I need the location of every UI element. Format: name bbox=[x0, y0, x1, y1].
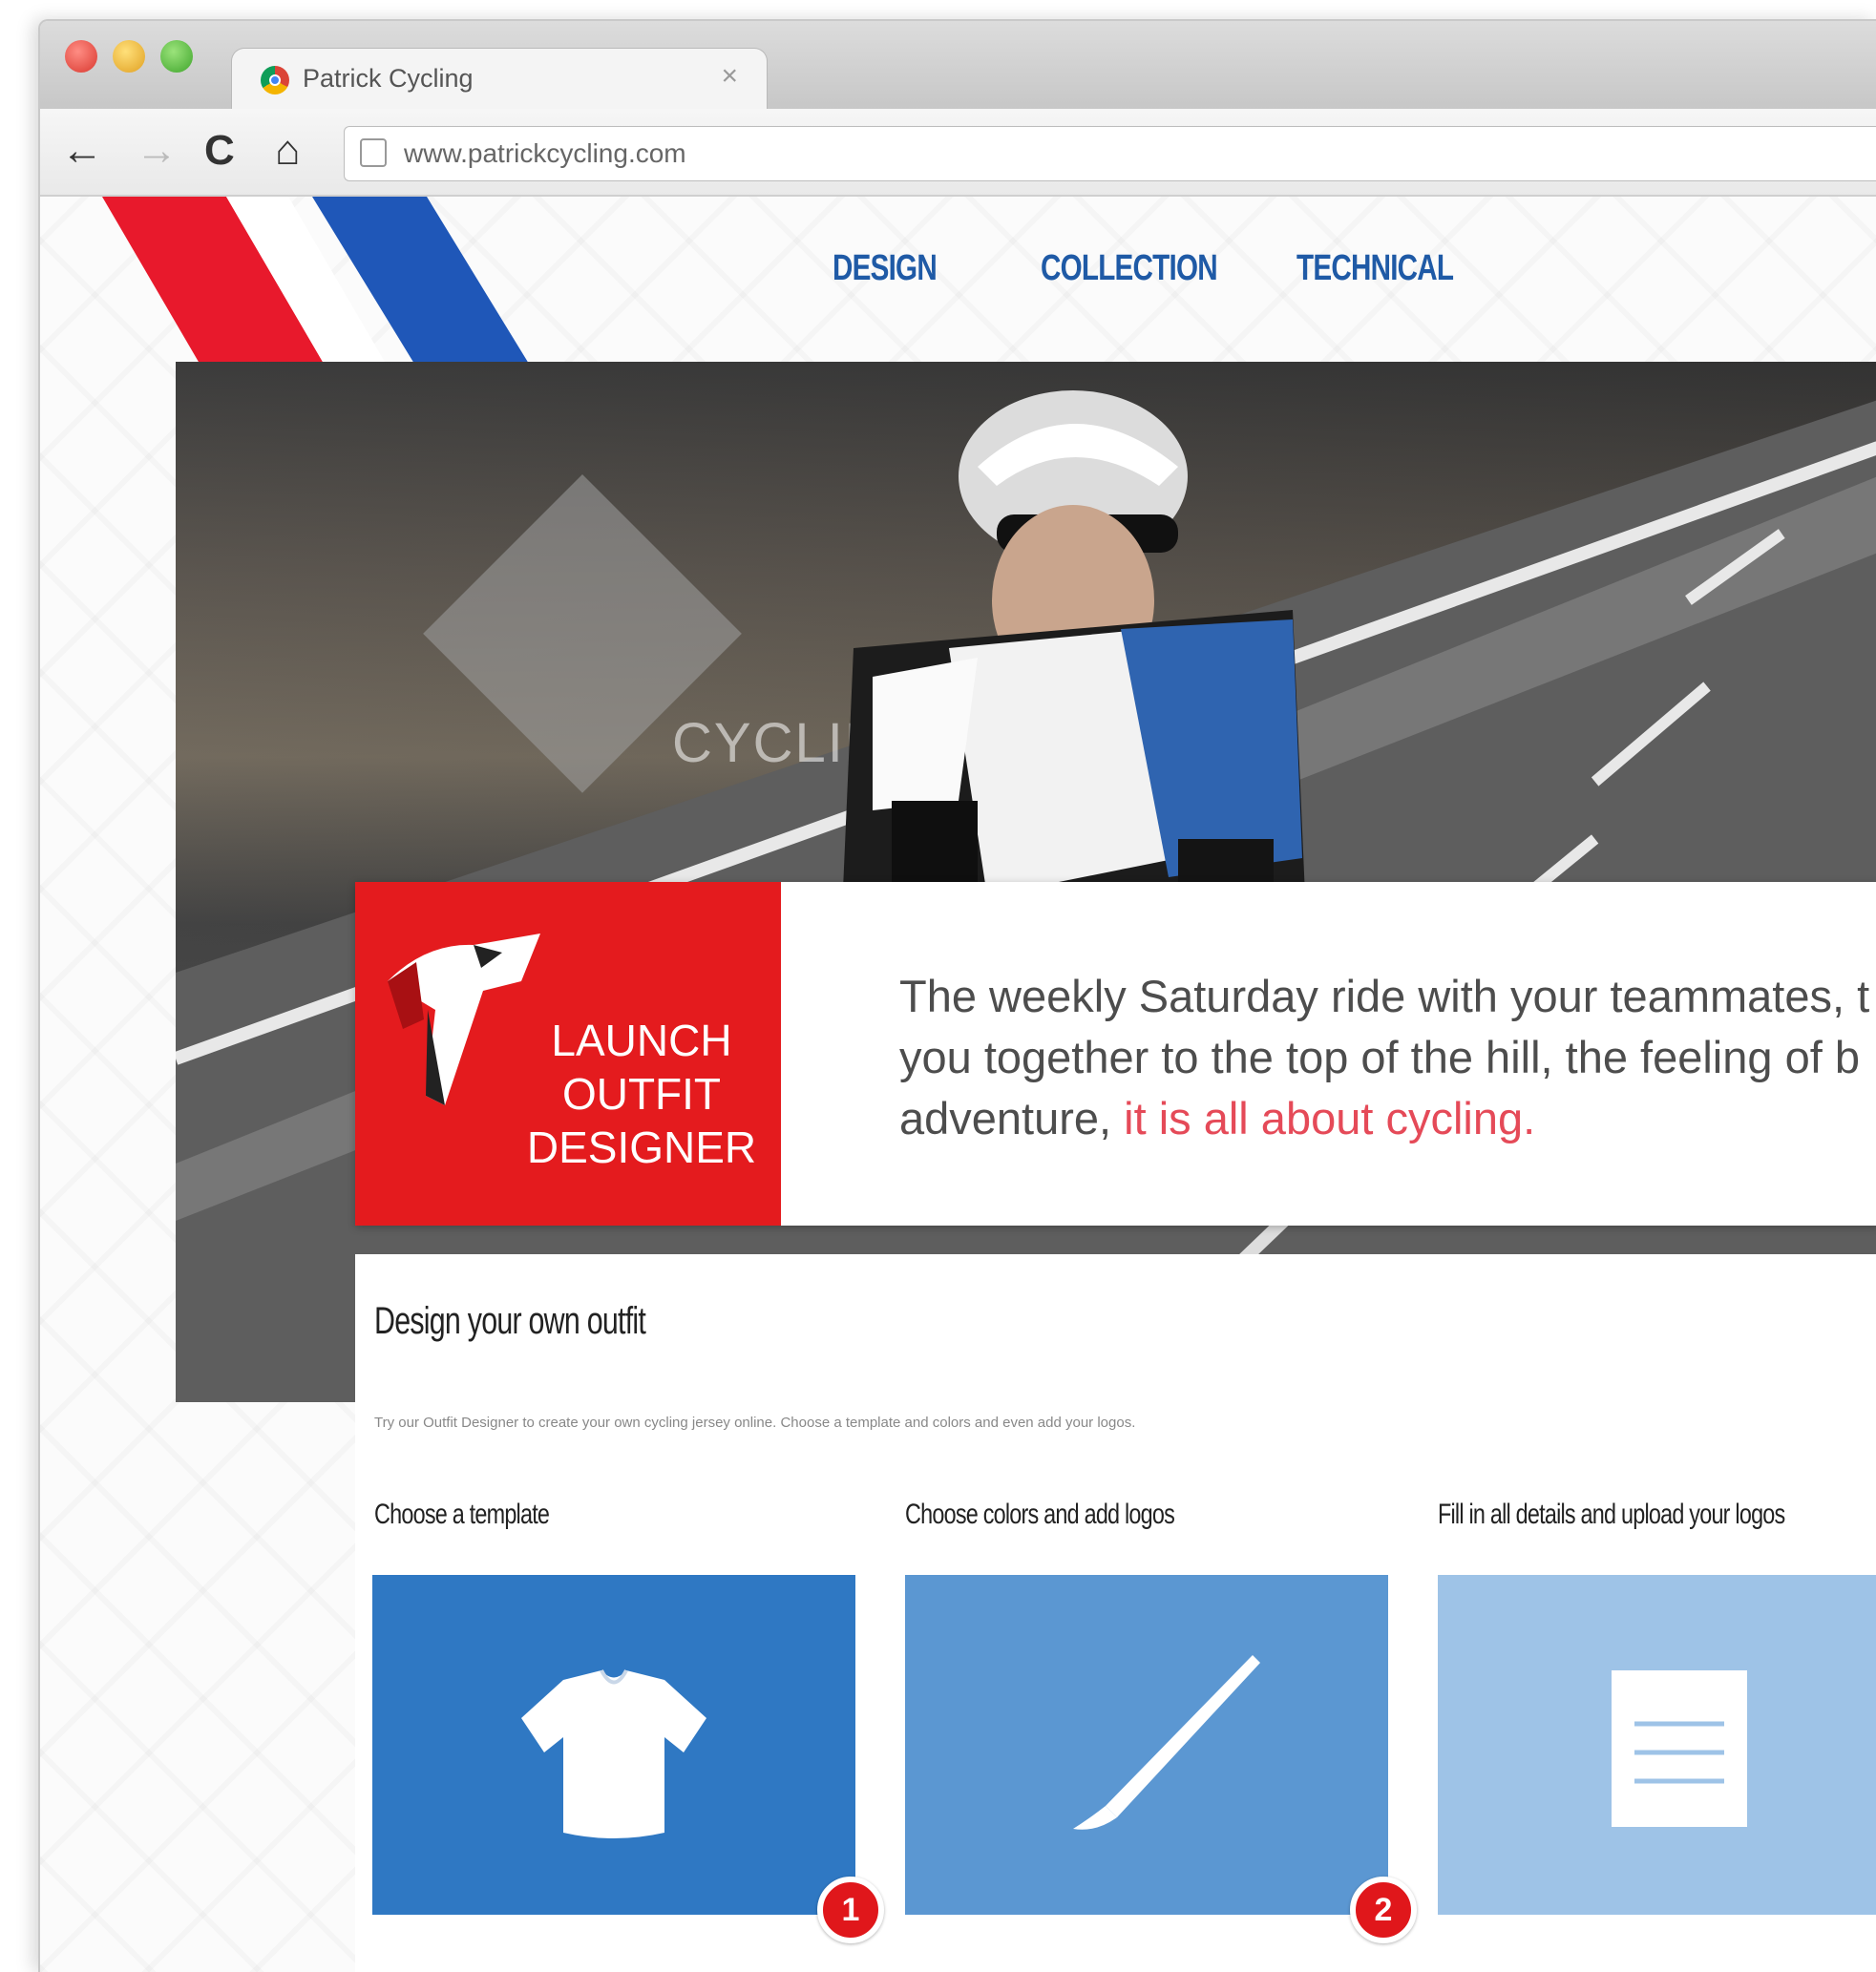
brush-icon bbox=[1073, 1655, 1260, 1830]
launch-label-line-1: LAUNCH bbox=[551, 1016, 732, 1065]
minimize-window-button[interactable] bbox=[113, 40, 145, 73]
hero-tagline: The weekly Saturday ride with your teamm… bbox=[899, 966, 1876, 1149]
launch-label-line-2: OUTFIT bbox=[561, 1069, 722, 1119]
tab-strip: Patrick Cycling × bbox=[40, 21, 1876, 112]
tagline-line-1: The weekly Saturday ride with your teamm… bbox=[899, 971, 1870, 1021]
launch-label: LAUNCH OUTFIT DESIGNER bbox=[508, 1014, 775, 1174]
jersey-icon bbox=[521, 1669, 706, 1838]
reload-icon[interactable]: C bbox=[204, 122, 235, 179]
design-section: Design your own outfit Try our Outfit De… bbox=[355, 1254, 1876, 1972]
tagline-line-2: you together to the top of the hill, the… bbox=[899, 1032, 1860, 1082]
close-window-button[interactable] bbox=[65, 40, 97, 73]
address-bar[interactable]: www.patrickcycling.com bbox=[344, 126, 1876, 181]
step-1-title: Choose a template bbox=[374, 1499, 550, 1530]
tagline-line-3: adventure, it is all about cycling. bbox=[899, 1088, 1876, 1149]
step-3-card[interactable] bbox=[1438, 1575, 1876, 1915]
brand-stripes bbox=[102, 197, 532, 368]
url-text: www.patrickcycling.com bbox=[404, 138, 686, 168]
step-3-title: Fill in all details and upload your logo… bbox=[1438, 1499, 1785, 1530]
back-arrow-icon[interactable]: ← bbox=[61, 122, 103, 179]
nav-design[interactable]: DESIGN bbox=[833, 248, 938, 289]
page-viewport: DESIGN COLLECTION TECHNICAL CYCLING LAUN… bbox=[40, 197, 1876, 1972]
document-icon bbox=[1612, 1670, 1747, 1827]
zoom-window-button[interactable] bbox=[160, 40, 193, 73]
step-1-badge: 1 bbox=[817, 1877, 884, 1943]
nav-collection[interactable]: COLLECTION bbox=[1041, 248, 1218, 289]
design-section-intro: Try our Outfit Designer to create your o… bbox=[374, 1415, 1136, 1431]
design-section-title: Design your own outfit bbox=[374, 1300, 646, 1342]
step-2-card[interactable] bbox=[905, 1575, 1388, 1915]
tab-close-icon[interactable]: × bbox=[721, 60, 738, 93]
home-icon[interactable]: ⌂ bbox=[275, 122, 301, 179]
step-1-card[interactable] bbox=[372, 1575, 855, 1915]
step-2-title: Choose colors and add logos bbox=[905, 1499, 1175, 1530]
step-2-badge: 2 bbox=[1350, 1877, 1417, 1943]
browser-tab[interactable]: Patrick Cycling × bbox=[231, 48, 768, 112]
site-nav: DESIGN COLLECTION TECHNICAL bbox=[833, 248, 1459, 289]
browser-toolbar: ← → C ⌂ www.patrickcycling.com bbox=[40, 109, 1876, 197]
launch-label-line-3: DESIGNER bbox=[526, 1122, 757, 1172]
browser-window: Patrick Cycling × ← → C ⌂ www.patrickcyc… bbox=[38, 19, 1876, 1972]
tab-title: Patrick Cycling bbox=[303, 64, 474, 93]
launch-outfit-designer-button[interactable]: LAUNCH OUTFIT DESIGNER bbox=[355, 882, 781, 1226]
forward-arrow-icon[interactable]: → bbox=[136, 122, 178, 179]
chrome-favicon-icon bbox=[261, 66, 289, 94]
tagline-accent: it is all about cycling. bbox=[1124, 1093, 1536, 1143]
nav-technical[interactable]: TECHNICAL bbox=[1296, 248, 1454, 289]
launch-banner: LAUNCH OUTFIT DESIGNER The weekly Saturd… bbox=[355, 882, 1876, 1226]
tagline-plain: adventure, bbox=[899, 1093, 1125, 1143]
page-icon bbox=[360, 138, 387, 167]
